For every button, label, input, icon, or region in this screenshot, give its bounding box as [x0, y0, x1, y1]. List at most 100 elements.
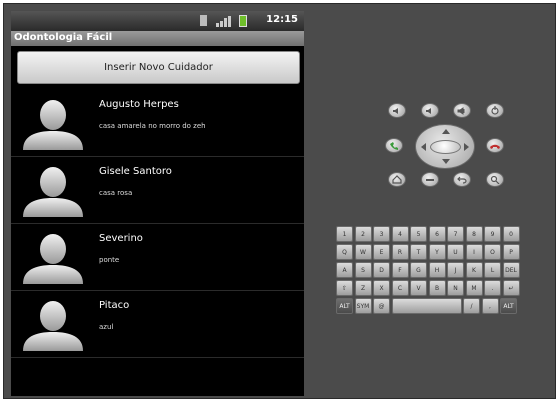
- home-button[interactable]: [388, 172, 406, 187]
- arrow-up-icon[interactable]: [442, 129, 450, 134]
- key[interactable]: ,: [481, 298, 499, 314]
- back-icon: [457, 176, 467, 184]
- search-button[interactable]: [486, 172, 504, 187]
- device-screen: 12:15 Odontologia Fácil Inserir Novo Cui…: [11, 11, 304, 396]
- arrow-down-icon[interactable]: [442, 159, 450, 164]
- key[interactable]: ↵: [502, 280, 520, 296]
- key[interactable]: I: [465, 244, 483, 260]
- key[interactable]: Q: [336, 244, 353, 260]
- key[interactable]: S: [354, 262, 372, 278]
- key[interactable]: /: [463, 298, 480, 314]
- key[interactable]: ⇧: [336, 280, 353, 296]
- contact-description: casa rosa: [99, 189, 133, 197]
- key[interactable]: C: [391, 280, 409, 296]
- volume-down-button[interactable]: [388, 103, 406, 118]
- key[interactable]: U: [447, 244, 464, 260]
- keyboard-row: ALT SYM @ /, ALT: [336, 298, 556, 315]
- contact-description: casa amarela no morro do zeh: [99, 122, 206, 130]
- key[interactable]: 0: [502, 226, 520, 242]
- key[interactable]: O: [484, 244, 501, 260]
- sd-card-icon: [200, 15, 207, 26]
- back-button[interactable]: [453, 172, 471, 187]
- contact-name: Severino: [99, 233, 143, 244]
- key[interactable]: P: [502, 244, 520, 260]
- contact-name: Gisele Santoro: [99, 166, 172, 177]
- key[interactable]: H: [428, 262, 446, 278]
- contact-list-item[interactable]: Pitaco azul: [11, 291, 304, 358]
- key[interactable]: 4: [391, 226, 409, 242]
- contact-list-item[interactable]: Gisele Santoro casa rosa: [11, 157, 304, 224]
- clock: 12:15: [266, 14, 298, 25]
- key[interactable]: V: [410, 280, 427, 296]
- arrow-right-icon[interactable]: [464, 143, 469, 151]
- key[interactable]: 9: [484, 226, 501, 242]
- keyboard-row: ⇧ Z X C V B N M. ↵: [336, 280, 556, 297]
- key[interactable]: ALT: [336, 298, 353, 314]
- power-button[interactable]: [486, 103, 504, 118]
- signal-icon: [216, 16, 231, 27]
- key[interactable]: ALT: [500, 298, 517, 314]
- key[interactable]: @: [373, 298, 390, 314]
- key[interactable]: 8: [465, 226, 483, 242]
- space-key[interactable]: [391, 298, 462, 314]
- end-call-button[interactable]: [486, 138, 504, 153]
- hardware-keyboard: 1 2 3 4 5 6 7 8 9 0 Q W E R T Y U I O P A S D F G H J K L DEL ⇧ Z X C V B N M…: [336, 226, 556, 316]
- key[interactable]: E: [373, 244, 390, 260]
- contact-avatar-icon: [23, 234, 83, 284]
- key[interactable]: Y: [428, 244, 446, 260]
- key[interactable]: B: [428, 280, 446, 296]
- key[interactable]: SYM: [354, 298, 372, 314]
- volume-mid-button[interactable]: [421, 103, 439, 118]
- key[interactable]: .: [484, 280, 501, 296]
- arrow-left-icon[interactable]: [421, 143, 426, 151]
- speaker-icon: [393, 107, 398, 114]
- key[interactable]: J: [447, 262, 464, 278]
- key[interactable]: K: [465, 262, 483, 278]
- key[interactable]: 1: [336, 226, 353, 242]
- search-icon: [490, 175, 500, 184]
- contact-name: Pitaco: [99, 300, 130, 311]
- keyboard-row: QWERTYUIOP: [336, 244, 556, 261]
- status-bar: 12:15: [11, 11, 304, 31]
- insert-caregiver-button[interactable]: Inserir Novo Cuidador: [17, 51, 300, 84]
- contact-name: Augusto Herpes: [99, 99, 179, 110]
- contact-list-item[interactable]: Severino ponte: [11, 224, 304, 291]
- home-icon: [392, 175, 402, 184]
- dpad[interactable]: [415, 124, 475, 169]
- call-button[interactable]: [385, 138, 403, 153]
- key[interactable]: A: [336, 262, 353, 278]
- key[interactable]: T: [410, 244, 427, 260]
- key[interactable]: R: [391, 244, 409, 260]
- keyboard-row: 1234567890: [336, 226, 556, 243]
- key[interactable]: D: [373, 262, 390, 278]
- key[interactable]: N: [447, 280, 464, 296]
- key[interactable]: X: [373, 280, 390, 296]
- contact-description: ponte: [99, 256, 120, 264]
- key[interactable]: F: [391, 262, 409, 278]
- emulator-frame: 12:15 Odontologia Fácil Inserir Novo Cui…: [3, 3, 556, 399]
- app-title: Odontologia Fácil: [14, 32, 113, 43]
- key[interactable]: W: [354, 244, 372, 260]
- speaker-icon: [457, 106, 465, 115]
- contact-list-item[interactable]: Augusto Herpes casa amarela no morro do …: [11, 90, 304, 157]
- contact-list: Augusto Herpes casa amarela no morro do …: [11, 90, 304, 358]
- menu-icon: [426, 178, 434, 181]
- key[interactable]: 5: [410, 226, 427, 242]
- key[interactable]: Z: [354, 280, 372, 296]
- keyboard-row: A S D F G H J K L DEL: [336, 262, 556, 279]
- key[interactable]: 7: [447, 226, 464, 242]
- key[interactable]: M: [465, 280, 483, 296]
- end-call-icon: [490, 144, 500, 149]
- key[interactable]: DEL: [502, 262, 520, 278]
- key[interactable]: 6: [428, 226, 446, 242]
- key[interactable]: L: [484, 262, 501, 278]
- menu-button[interactable]: [421, 172, 439, 187]
- volume-up-button[interactable]: [453, 103, 471, 118]
- title-bar: Odontologia Fácil: [11, 31, 304, 46]
- contact-avatar-icon: [23, 301, 83, 351]
- dpad-center-button[interactable]: [430, 140, 461, 154]
- key[interactable]: G: [410, 262, 427, 278]
- contact-avatar-icon: [23, 167, 83, 217]
- key[interactable]: 3: [373, 226, 390, 242]
- key[interactable]: 2: [354, 226, 372, 242]
